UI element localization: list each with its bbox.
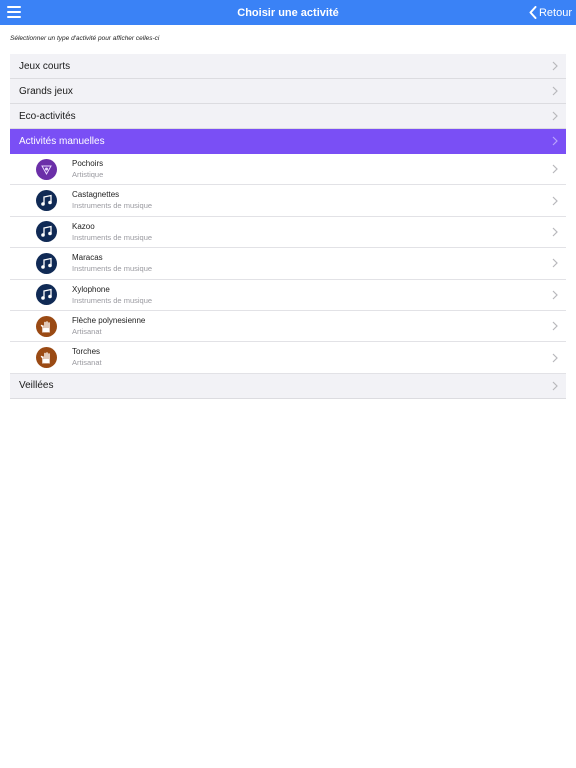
art-icon xyxy=(36,158,57,180)
activity-type: Artisanat xyxy=(72,326,102,336)
activity-type: Instruments de musique xyxy=(72,201,153,211)
list-item[interactable]: Xylophone Instruments de musique xyxy=(10,280,566,311)
page-title: Choisir une activité xyxy=(237,6,339,19)
category-label: Activités manuelles xyxy=(19,135,105,147)
activity-name: Castagnettes xyxy=(72,190,120,200)
activity-items: Pochoirs Artistique Castagnettes Instrum… xyxy=(10,154,566,374)
hamburger-menu-icon[interactable] xyxy=(7,6,21,18)
activity-name: Pochoirs xyxy=(72,159,104,168)
chevron-right-icon xyxy=(552,381,558,391)
category-jeux-courts[interactable]: Jeux courts xyxy=(10,54,566,79)
category-label: Jeux courts xyxy=(19,60,71,72)
chevron-right-icon xyxy=(552,111,558,121)
category-label: Grands jeux xyxy=(19,85,73,97)
category-label: Eco-activités xyxy=(19,110,76,122)
activity-name: Kazoo xyxy=(72,221,95,231)
instructions-text: Sélectionner un type d'activité pour aff… xyxy=(10,35,160,42)
chevron-right-icon xyxy=(552,86,558,96)
category-eco-activites[interactable]: Eco-activités xyxy=(10,104,566,129)
activity-type: Artistique xyxy=(72,170,104,179)
activity-name: Xylophone xyxy=(72,284,110,294)
chevron-right-icon xyxy=(552,164,558,174)
activity-name: Maracas xyxy=(72,253,103,263)
activity-type: Instruments de musique xyxy=(72,232,153,242)
list-item[interactable]: Kazoo Instruments de musique xyxy=(10,217,566,249)
music-note-icon xyxy=(36,252,57,274)
chevron-right-icon xyxy=(552,61,558,71)
music-note-icon xyxy=(36,284,57,306)
activity-name: Flèche polynesienne xyxy=(72,315,146,325)
chevron-right-icon xyxy=(552,321,558,331)
chevron-right-icon xyxy=(552,290,558,300)
chevron-right-icon xyxy=(552,196,558,206)
chevron-right-icon xyxy=(552,258,558,268)
list-item[interactable]: Torches Artisanat xyxy=(10,342,566,374)
chevron-right-icon xyxy=(552,136,558,146)
list-item[interactable]: Castagnettes Instruments de musique xyxy=(10,185,566,217)
category-activites-manuelles[interactable]: Activités manuelles xyxy=(10,129,566,154)
navigation-bar: Choisir une activité Retour xyxy=(0,0,576,25)
music-note-icon xyxy=(36,190,57,212)
hand-icon xyxy=(36,315,57,337)
activity-name: Torches xyxy=(72,347,101,357)
back-button[interactable]: Retour xyxy=(529,0,572,25)
chevron-right-icon xyxy=(552,227,558,237)
back-label: Retour xyxy=(538,6,572,19)
hand-icon xyxy=(36,347,57,369)
list-item[interactable]: Flèche polynesienne Artisanat xyxy=(10,311,566,343)
chevron-right-icon xyxy=(552,353,558,362)
list-item[interactable]: Pochoirs Artistique xyxy=(10,154,566,186)
music-note-icon xyxy=(36,221,57,243)
activity-type: Instruments de musique xyxy=(72,295,153,305)
activity-type: Artisanat xyxy=(72,358,102,368)
category-veillees[interactable]: Veillées xyxy=(10,373,566,399)
activity-type: Instruments de musique xyxy=(72,264,153,274)
category-grands-jeux[interactable]: Grands jeux xyxy=(10,79,566,104)
chevron-left-icon xyxy=(529,6,537,19)
activity-type-list: Jeux courts Grands jeux Eco-activités Ac… xyxy=(10,54,566,399)
category-label: Veillées xyxy=(19,380,54,392)
list-item[interactable]: Maracas Instruments de musique xyxy=(10,248,566,280)
